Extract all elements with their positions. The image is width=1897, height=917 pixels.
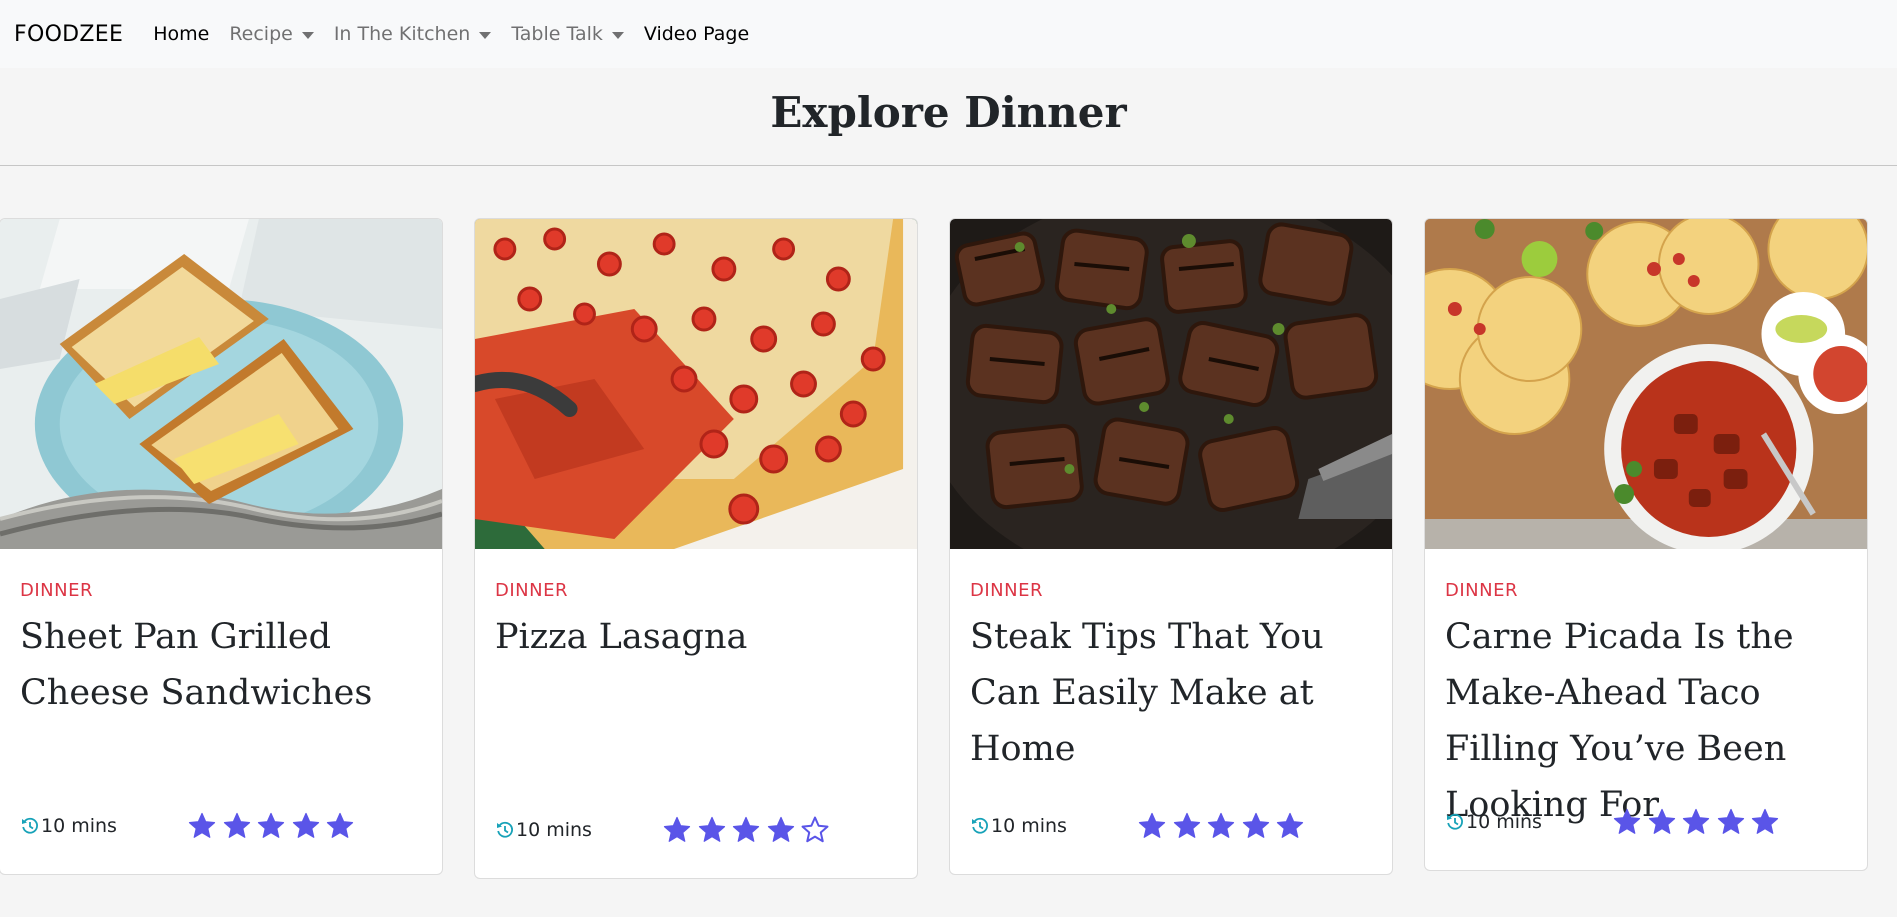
card-title[interactable]: Pizza Lasagna (495, 609, 905, 665)
nav-video-page[interactable]: Video Page (644, 23, 749, 45)
star-filled-icon (767, 816, 794, 842)
recipe-image-pizza-lasagna[interactable] (475, 219, 917, 549)
star-filled-icon (1682, 808, 1710, 834)
star-filled-icon (292, 812, 319, 838)
star-filled-icon (1717, 808, 1744, 834)
page-header: Explore Dinner (0, 68, 1897, 166)
nav-home[interactable]: Home (153, 23, 209, 45)
card-meta: 10 mins (495, 815, 915, 845)
star-filled-icon (698, 816, 725, 842)
card-title[interactable]: Carne Picada Is the Make-Ahead Taco Fill… (1445, 609, 1855, 833)
star-filled-icon (1138, 812, 1166, 838)
star-filled-icon (1276, 812, 1304, 838)
card-time-label: 10 mins (516, 819, 592, 841)
star-filled-icon (1207, 812, 1235, 838)
card-time: 10 mins (20, 815, 187, 837)
nav-in-the-kitchen-dropdown[interactable]: In The Kitchen (333, 23, 492, 45)
card-category: DINNER (970, 580, 1043, 601)
star-filled-icon (1242, 812, 1269, 838)
card-time: 10 mins (495, 819, 662, 841)
nav-table-talk-dropdown[interactable]: Table Talk (511, 23, 624, 45)
star-empty-icon (801, 816, 829, 843)
star-filled-icon (257, 812, 285, 838)
card-title[interactable]: Steak Tips That You Can Easily Make at H… (970, 609, 1380, 777)
star-filled-icon (326, 812, 354, 838)
recipe-card[interactable]: DINNER Pizza Lasagna 10 mins (474, 218, 918, 879)
caret-down-icon (479, 31, 492, 39)
brand-logo[interactable]: FOODZEE (14, 22, 123, 47)
card-time: 10 mins (1445, 811, 1612, 833)
card-time-label: 10 mins (991, 815, 1067, 837)
star-filled-icon (188, 812, 216, 838)
card-meta: 10 mins (970, 811, 1390, 841)
star-filled-icon (1613, 808, 1641, 834)
star-filled-icon (732, 816, 760, 842)
star-rating (1612, 807, 1785, 837)
star-rating (187, 811, 360, 841)
nav-in-the-kitchen-label: In The Kitchen (333, 23, 471, 45)
clock-history-icon (497, 821, 513, 838)
recipe-image-carne-picada[interactable] (1425, 219, 1867, 549)
caret-down-icon (301, 31, 314, 39)
card-time-label: 10 mins (1466, 811, 1542, 833)
nav-table-talk-label: Table Talk (511, 23, 603, 45)
nav-home-label: Home (153, 23, 210, 45)
card-category: DINNER (495, 580, 568, 601)
recipe-card[interactable]: DINNER Carne Picada Is the Make-Ahead Ta… (1424, 218, 1868, 871)
recipe-card[interactable]: DINNER Sheet Pan Grilled Cheese Sandwich… (0, 218, 443, 875)
caret-down-icon (611, 31, 624, 39)
card-time-label: 10 mins (41, 815, 117, 837)
card-category: DINNER (1445, 580, 1518, 601)
star-filled-icon (1751, 808, 1779, 834)
clock-history-icon (22, 817, 38, 834)
recipe-image-grilled-cheese[interactable] (0, 219, 442, 549)
nav-recipe-dropdown[interactable]: Recipe (229, 23, 314, 45)
nav-video-page-label: Video Page (643, 23, 750, 45)
card-meta: 10 mins (1445, 807, 1865, 837)
clock-history-icon (972, 817, 988, 834)
recipe-image-steak-tips[interactable] (950, 219, 1392, 549)
star-filled-icon (1173, 812, 1200, 838)
card-title[interactable]: Sheet Pan Grilled Cheese Sandwiches (20, 609, 430, 721)
page-title: Explore Dinner (770, 88, 1127, 137)
recipe-card[interactable]: DINNER Steak Tips That You Can Easily Ma… (949, 218, 1393, 875)
star-filled-icon (1648, 808, 1675, 834)
nav-recipe-label: Recipe (229, 23, 293, 45)
card-time: 10 mins (970, 815, 1137, 837)
navbar: FOODZEE Home Recipe In The Kitchen Table… (0, 0, 1897, 68)
clock-history-icon (1447, 813, 1463, 830)
star-rating (1137, 811, 1310, 841)
star-filled-icon (223, 812, 250, 838)
star-filled-icon (663, 816, 691, 842)
star-rating (662, 815, 835, 845)
card-category: DINNER (20, 580, 93, 601)
card-meta: 10 mins (20, 811, 440, 841)
